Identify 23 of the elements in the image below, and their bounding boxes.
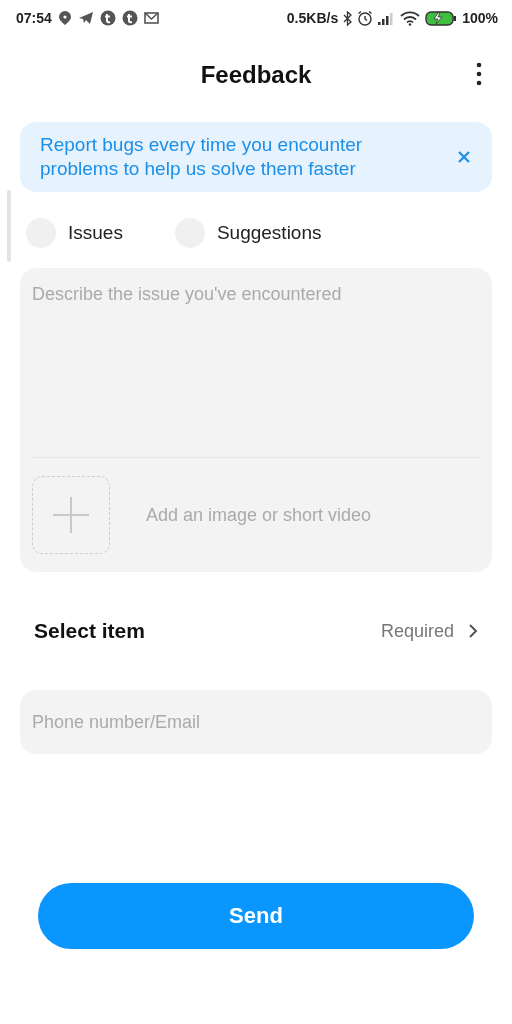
plus-icon — [51, 495, 91, 535]
radio-option[interactable]: Suggestions — [174, 218, 322, 248]
contact-field[interactable]: Phone number/Email — [20, 690, 492, 754]
banner-text: Report bugs every time you encounter problems to help us solve them faster — [40, 133, 364, 181]
mail-icon — [143, 12, 159, 24]
bluetooth-icon — [343, 10, 353, 26]
chevron-right-icon — [468, 623, 478, 639]
paper-plane-icon — [77, 11, 94, 25]
select-item-row[interactable]: Select item Required — [34, 612, 478, 650]
battery-percentage: 100% — [462, 10, 498, 26]
page-title: Feedback — [200, 61, 312, 89]
alarm-clock-icon — [357, 10, 374, 26]
attachment-hint: Add an image or short video — [146, 504, 372, 526]
battery-charging-icon — [425, 10, 458, 26]
close-icon[interactable] — [456, 149, 472, 165]
signal-icon — [378, 11, 396, 25]
radio-option[interactable]: Issues — [26, 218, 123, 248]
letter-t-circle-icon — [121, 10, 138, 26]
wifi-icon — [400, 10, 421, 26]
letter-t-circle-icon — [99, 10, 116, 26]
network-speed: 0.5KB/s — [286, 10, 339, 26]
description-field[interactable]: Describe the issue you've encountered — [20, 268, 492, 458]
clock: 07:54 — [16, 10, 52, 26]
